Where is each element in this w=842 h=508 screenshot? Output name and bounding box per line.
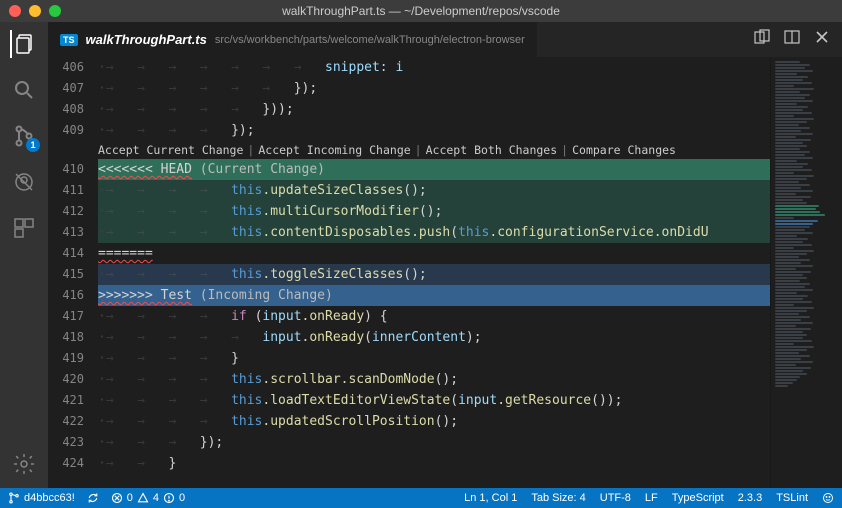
feedback-icon[interactable] [822, 492, 834, 504]
tab-filename: walkThroughPart.ts [86, 32, 207, 47]
accept-current-button[interactable]: Accept Current Change [98, 140, 243, 161]
conflict-head-marker: 410<<<<<<< HEAD (Current Change) [48, 159, 770, 180]
conflict-separator: 414======= [48, 243, 770, 264]
eol[interactable]: LF [645, 492, 658, 504]
minimap[interactable] [770, 57, 842, 488]
tab-bar: TS walkThroughPart.ts src/vs/workbench/p… [48, 22, 842, 57]
extensions-icon[interactable] [10, 214, 38, 242]
conflict-tail-marker: 416>>>>>>> Test (Incoming Change) [48, 285, 770, 306]
accept-both-button[interactable]: Accept Both Changes [426, 140, 558, 161]
tab-size[interactable]: Tab Size: 4 [531, 492, 585, 504]
problems[interactable]: 0 4 0 [111, 492, 185, 504]
debug-icon[interactable] [10, 168, 38, 196]
merge-codelens: Accept Current Change| Accept Incoming C… [48, 141, 770, 159]
editor: TS walkThroughPart.ts src/vs/workbench/p… [48, 22, 842, 488]
close-icon[interactable] [814, 29, 830, 50]
explorer-icon[interactable] [10, 30, 38, 58]
status-bar: d4bbcc63! 0 4 0 Ln 1, Col 1 Tab Size: 4 … [0, 488, 842, 508]
split-editor-icon[interactable] [784, 29, 800, 50]
scm-badge: 1 [26, 138, 40, 152]
encoding[interactable]: UTF-8 [600, 492, 631, 504]
settings-gear-icon[interactable] [10, 450, 38, 478]
ts-version[interactable]: 2.3.3 [738, 492, 762, 504]
git-branch[interactable]: d4bbcc63! [8, 492, 75, 504]
tab-walkthroughpart[interactable]: TS walkThroughPart.ts src/vs/workbench/p… [48, 22, 537, 57]
tab-path: src/vs/workbench/parts/welcome/walkThrou… [215, 34, 525, 46]
language-mode[interactable]: TypeScript [672, 492, 724, 504]
tslint[interactable]: TSLint [776, 492, 808, 504]
typescript-badge-icon: TS [60, 34, 78, 46]
sync-icon[interactable] [87, 492, 99, 504]
activity-bar: 1 [0, 22, 48, 488]
accept-incoming-button[interactable]: Accept Incoming Change [258, 140, 410, 161]
titlebar: walkThroughPart.ts — ~/Development/repos… [0, 0, 842, 22]
source-control-icon[interactable]: 1 [10, 122, 38, 150]
compare-changes-button[interactable]: Compare Changes [572, 140, 676, 161]
cursor-position[interactable]: Ln 1, Col 1 [464, 492, 517, 504]
diff-icon[interactable] [754, 29, 770, 50]
code-area[interactable]: 406·→ → → → → → → snippet: i 407·→ → → →… [48, 57, 770, 488]
search-icon[interactable] [10, 76, 38, 104]
window-title: walkThroughPart.ts — ~/Development/repos… [0, 4, 842, 18]
